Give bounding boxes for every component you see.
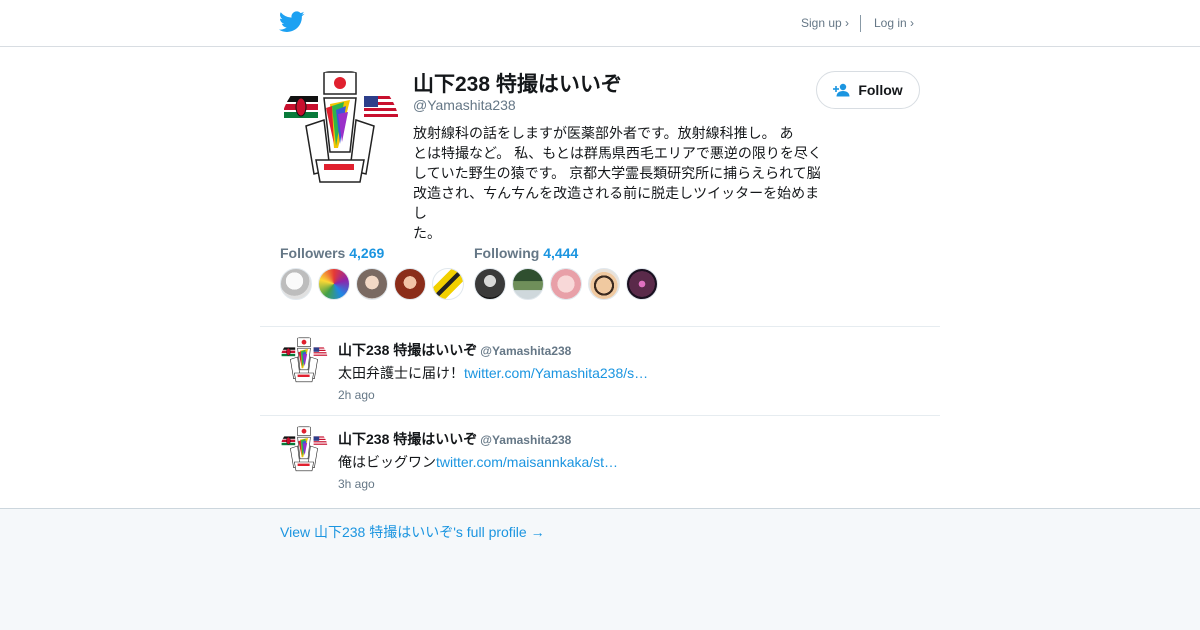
follower-avatar[interactable] [280, 268, 312, 300]
follow-button-label: Follow [858, 82, 903, 98]
tweet-link[interactable]: twitter.com/maisannkaka/st… [436, 454, 618, 470]
top-bar: Sign up › Log in › [0, 0, 1200, 47]
tweet-timestamp[interactable]: 3h ago [338, 477, 375, 491]
tweet-divider [260, 415, 940, 416]
profile-screen-name: @Yamashita238 [413, 97, 516, 113]
tweet-link[interactable]: twitter.com/Yamashita238/s… [464, 365, 648, 381]
follower-avatar[interactable] [432, 268, 464, 300]
tweet-author-name: 山下238 特撮はいいぞ [338, 431, 478, 447]
tweet-author-handle: @Yamashita238 [480, 344, 572, 358]
profile-display-name: 山下238 特撮はいいぞ [413, 73, 622, 96]
tweet-text: 俺はビッグワンtwitter.com/maisannkaka/st… [338, 452, 618, 472]
twitter-bird-icon[interactable] [279, 11, 305, 33]
signup-link[interactable]: Sign up › [801, 16, 849, 30]
tweet-author-handle: @Yamashita238 [480, 433, 572, 447]
following-avatar[interactable] [474, 268, 506, 300]
follower-avatar[interactable] [394, 268, 426, 300]
following-avatar[interactable] [550, 268, 582, 300]
bio-line: 改造され、ㄘんㄘんを改造される前に脱走しツイッターを始めまし [413, 185, 820, 221]
profile-bio: 放射線科の話をしますが医薬部外者です。放射線科推し。 あ とは特撮など。 私、も… [413, 123, 833, 243]
tweet-avatar[interactable] [280, 337, 328, 385]
login-link[interactable]: Log in › [874, 16, 914, 30]
tweet-author-name: 山下238 特撮はいいぞ [338, 342, 478, 358]
profile-avatar[interactable] [280, 70, 400, 190]
bio-line: 放射線科の話をしますが医薬部外者です。放射線科推し。 あ [413, 125, 794, 141]
full-profile-link[interactable]: View 山下238 特撮はいいぞ's full profile → [280, 522, 545, 542]
tweet-body: 太田弁護士に届け！ [338, 365, 464, 381]
following-avatar[interactable] [588, 268, 620, 300]
following-avatar[interactable] [626, 268, 658, 300]
following-stat[interactable]: Following 4,444 [474, 245, 578, 261]
tweet-text: 太田弁護士に届け！twitter.com/Yamashita238/s… [338, 363, 648, 383]
following-avatars [474, 268, 658, 300]
follow-button[interactable]: Follow [816, 71, 920, 109]
tweet-body: 俺はビッグワン [338, 454, 436, 470]
bio-line: とは特撮など。 私、もとは群馬県西毛エリアで悪逆の限りを尽く [413, 145, 822, 161]
followers-count: 4,269 [349, 245, 385, 261]
add-person-icon [833, 83, 850, 97]
bio-line: た。 [413, 225, 441, 241]
nav-divider [860, 15, 861, 32]
bio-line: していた野生の猿です。 京都大学霊長類研究所に捕らえられて脳 [413, 165, 821, 181]
followers-avatars [280, 268, 464, 300]
followers-stat[interactable]: Followers 4,269 [280, 245, 384, 261]
follower-avatar[interactable] [318, 268, 350, 300]
following-avatar[interactable] [512, 268, 544, 300]
following-count: 4,444 [543, 245, 579, 261]
followers-label: Followers [280, 245, 346, 261]
tweet-author[interactable]: 山下238 特撮はいいぞ @Yamashita238 [338, 429, 571, 449]
follower-avatar[interactable] [356, 268, 388, 300]
tweet-avatar[interactable] [280, 426, 328, 474]
tweet-timestamp[interactable]: 2h ago [338, 388, 375, 402]
following-label: Following [474, 245, 540, 261]
section-divider [260, 326, 940, 327]
tweet-author[interactable]: 山下238 特撮はいいぞ @Yamashita238 [338, 340, 571, 360]
